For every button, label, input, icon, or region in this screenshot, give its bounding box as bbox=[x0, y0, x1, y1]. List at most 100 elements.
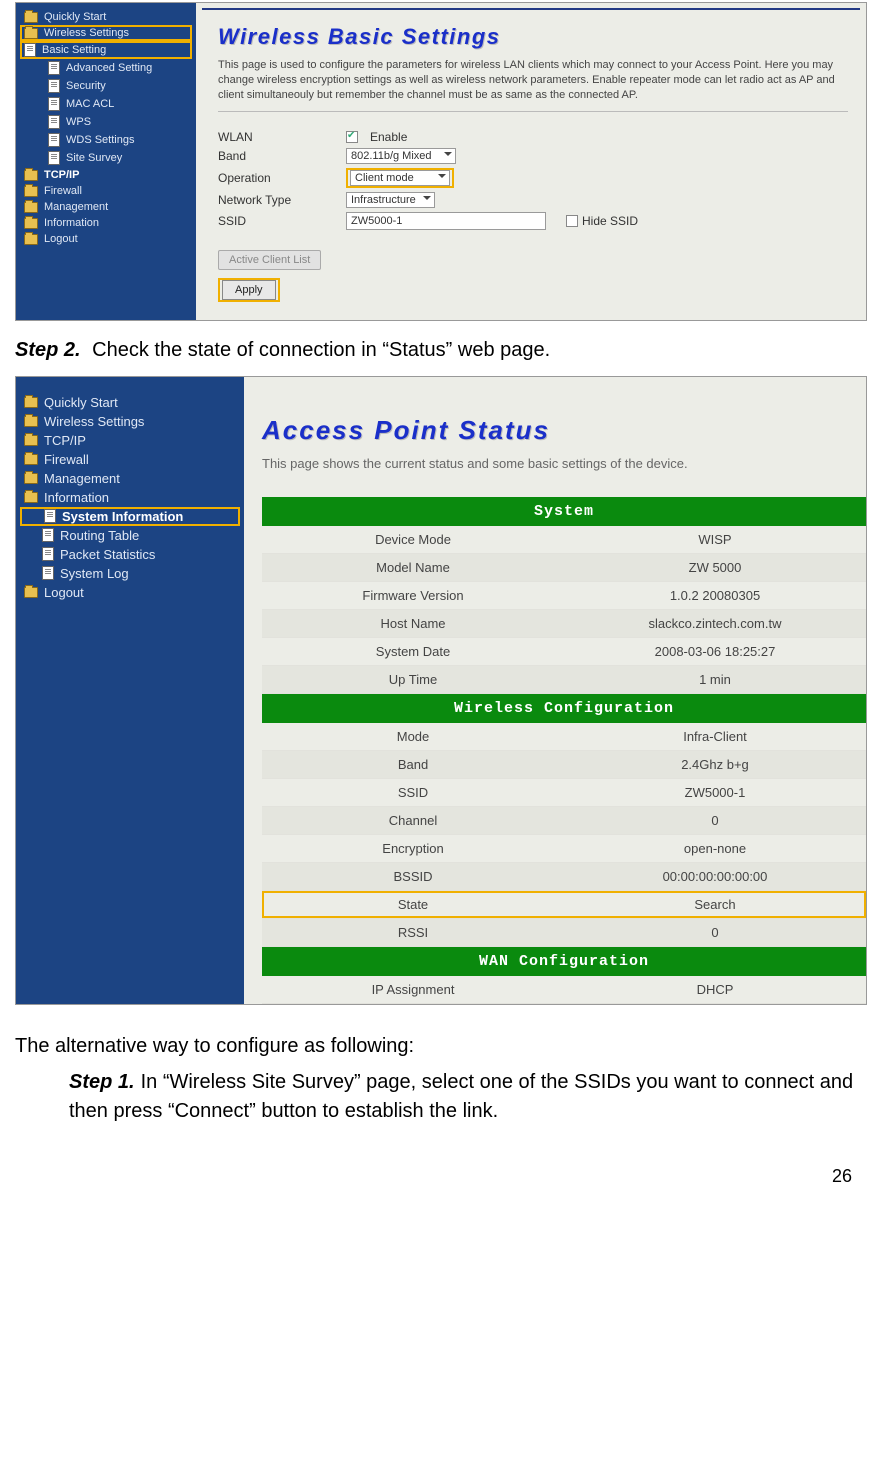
status-value: Infra-Client bbox=[564, 723, 866, 751]
nav-security[interactable]: Security bbox=[20, 77, 192, 95]
page-icon bbox=[42, 566, 54, 580]
status-key: Mode bbox=[262, 723, 564, 751]
section-header: System bbox=[262, 497, 866, 526]
wlan-row: WLAN Enable bbox=[218, 128, 848, 146]
nav-routing-table[interactable]: Routing Table bbox=[20, 526, 240, 545]
folder-icon bbox=[24, 435, 38, 446]
status-key: Channel bbox=[262, 806, 564, 834]
nav-logout[interactable]: Logout bbox=[20, 583, 240, 602]
status-value: DHCP bbox=[564, 976, 866, 1004]
step2: Step 2. Check the state of connection in… bbox=[15, 339, 867, 362]
page-number: 26 bbox=[0, 1126, 882, 1197]
status-value: 1 min bbox=[564, 665, 866, 693]
step1-label: Step 1. bbox=[69, 1071, 135, 1093]
status-key: SSID bbox=[262, 778, 564, 806]
status-value: slackco.zintech.com.tw bbox=[564, 609, 866, 637]
divider bbox=[218, 111, 848, 112]
step1: Step 1.In “Wireless Site Survey” page, s… bbox=[69, 1068, 867, 1126]
status-value: ZW5000-1 bbox=[564, 778, 866, 806]
wlan-enable-checkbox[interactable] bbox=[346, 131, 358, 143]
band-select[interactable]: 802.11b/g Mixed bbox=[346, 148, 456, 164]
status-value: 00:00:00:00:00:00 bbox=[564, 862, 866, 890]
status-key: Host Name bbox=[262, 609, 564, 637]
folder-icon bbox=[24, 473, 38, 484]
main-content: Wireless Basic Settings This page is use… bbox=[196, 3, 866, 320]
status-key: Firmware Version bbox=[262, 581, 564, 609]
nav-information[interactable]: Information bbox=[20, 215, 192, 231]
status-value: 0 bbox=[564, 806, 866, 834]
page-icon bbox=[42, 547, 54, 561]
nav-information[interactable]: Information bbox=[20, 488, 240, 507]
ssid-row: SSID ZW5000-1 Hide SSID bbox=[218, 210, 848, 232]
nav-mac-acl[interactable]: MAC ACL bbox=[20, 95, 192, 113]
folder-icon bbox=[24, 587, 38, 598]
folder-icon bbox=[24, 202, 38, 213]
band-label: Band bbox=[218, 149, 338, 163]
nav-tcpip[interactable]: TCP/IP bbox=[20, 167, 192, 183]
nav-wireless-settings[interactable]: Wireless Settings bbox=[20, 25, 192, 41]
folder-icon bbox=[24, 454, 38, 465]
status-key: BSSID bbox=[262, 862, 564, 890]
network-type-select[interactable]: Infrastructure bbox=[346, 192, 435, 208]
access-point-status-screenshot: Quickly Start Wireless Settings TCP/IP F… bbox=[15, 376, 867, 1005]
nav-basic-setting[interactable]: Basic Setting bbox=[20, 41, 192, 59]
network-type-row: Network Type Infrastructure bbox=[218, 190, 848, 210]
network-type-label: Network Type bbox=[218, 193, 338, 207]
operation-row: Operation Client mode bbox=[218, 166, 848, 190]
nav-quickly-start[interactable]: Quickly Start bbox=[20, 9, 192, 25]
nav-system-information[interactable]: System Information bbox=[20, 507, 240, 526]
page-icon bbox=[44, 509, 56, 523]
alternative-text: The alternative way to configure as foll… bbox=[15, 1035, 867, 1058]
folder-icon bbox=[24, 186, 38, 197]
band-row: Band 802.11b/g Mixed bbox=[218, 146, 848, 166]
hide-ssid-label: Hide SSID bbox=[582, 214, 638, 228]
status-key: Band bbox=[262, 750, 564, 778]
status-key: IP Assignment bbox=[262, 976, 564, 1004]
page-icon bbox=[48, 79, 60, 93]
nav-system-log[interactable]: System Log bbox=[20, 564, 240, 583]
ssid-input[interactable]: ZW5000-1 bbox=[346, 212, 546, 230]
page-description: This page is used to configure the param… bbox=[218, 58, 848, 103]
page-icon bbox=[48, 151, 60, 165]
step2-label: Step 2. bbox=[15, 339, 81, 361]
nav-firewall[interactable]: Firewall bbox=[20, 450, 240, 469]
step1-text: In “Wireless Site Survey” page, select o… bbox=[69, 1071, 853, 1122]
hide-ssid-checkbox[interactable] bbox=[566, 215, 578, 227]
nav-wds-settings[interactable]: WDS Settings bbox=[20, 131, 192, 149]
nav-quickly-start[interactable]: Quickly Start bbox=[20, 393, 240, 412]
status-key: RSSI bbox=[262, 918, 564, 946]
ssid-label: SSID bbox=[218, 214, 338, 228]
nav-management[interactable]: Management bbox=[20, 469, 240, 488]
status-value: 2008-03-06 18:25:27 bbox=[564, 637, 866, 665]
status-key: Encryption bbox=[262, 834, 564, 862]
nav-packet-statistics[interactable]: Packet Statistics bbox=[20, 545, 240, 564]
active-client-list-button[interactable]: Active Client List bbox=[218, 250, 321, 270]
folder-icon bbox=[24, 397, 38, 408]
section-header: WAN Configuration bbox=[262, 946, 866, 976]
nav-wireless-settings[interactable]: Wireless Settings bbox=[20, 412, 240, 431]
nav-management[interactable]: Management bbox=[20, 199, 192, 215]
sidebar-nav: Quickly Start Wireless Settings TCP/IP F… bbox=[16, 377, 244, 1004]
nav-tcpip[interactable]: TCP/IP bbox=[20, 431, 240, 450]
wlan-enable-label: Enable bbox=[370, 130, 407, 144]
nav-site-survey[interactable]: Site Survey bbox=[20, 149, 192, 167]
page-title: Access Point Status bbox=[262, 415, 866, 446]
status-key: State bbox=[262, 890, 564, 918]
folder-icon bbox=[24, 28, 38, 39]
page-icon bbox=[48, 97, 60, 111]
folder-icon bbox=[24, 218, 38, 229]
nav-firewall[interactable]: Firewall bbox=[20, 183, 192, 199]
page-icon bbox=[48, 115, 60, 129]
folder-icon bbox=[24, 492, 38, 503]
operation-select[interactable]: Client mode bbox=[350, 170, 450, 186]
page-icon bbox=[24, 43, 36, 57]
main-content: Access Point Status This page shows the … bbox=[244, 377, 866, 1004]
status-key: Device Mode bbox=[262, 526, 564, 554]
apply-button[interactable]: Apply bbox=[222, 280, 276, 300]
nav-wps[interactable]: WPS bbox=[20, 113, 192, 131]
nav-logout[interactable]: Logout bbox=[20, 231, 192, 247]
folder-icon bbox=[24, 234, 38, 245]
section-header: Wireless Configuration bbox=[262, 693, 866, 723]
nav-advanced-setting[interactable]: Advanced Setting bbox=[20, 59, 192, 77]
status-value: 2.4Ghz b+g bbox=[564, 750, 866, 778]
